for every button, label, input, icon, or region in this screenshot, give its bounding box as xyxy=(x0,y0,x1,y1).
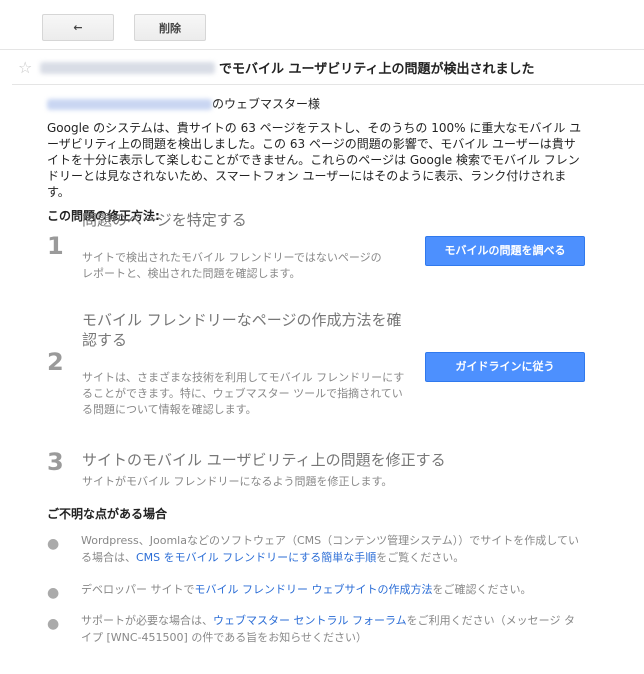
bullet-icon: ● xyxy=(47,616,60,632)
help-text: デベロッパー サイトで xyxy=(81,583,195,596)
help-text: をご覧ください。 xyxy=(376,551,465,564)
greeting-text: のウェブマスター様 xyxy=(212,97,321,111)
message-toolbar: ← 削除 xyxy=(42,14,206,41)
step-description: サイトで検出されたモバイル フレンドリーではないページのレポートと、検出された問… xyxy=(82,251,382,280)
mobile-friendly-guide-link[interactable]: モバイル フレンドリー ウェブサイトの作成方法 xyxy=(195,583,433,596)
redacted-site-url xyxy=(40,61,215,74)
help-text: サポートが必要な場合は、 xyxy=(81,614,213,627)
greeting: のウェブマスター様 xyxy=(47,96,587,112)
step-description: サイトは、さまざまな技術を利用してモバイル フレンドリーにすることができます。特… xyxy=(82,371,405,416)
step-number: 3 xyxy=(47,448,64,476)
help-item-text: Wordpress、Joomlaなどのソフトウェア（CMS（コンテンツ管理システ… xyxy=(81,532,581,566)
redacted-site-link[interactable] xyxy=(47,99,212,110)
bullet-icon: ● xyxy=(47,536,60,552)
back-button[interactable]: ← xyxy=(42,14,114,41)
webmaster-forum-link[interactable]: ウェブマスター セントラル フォーラム xyxy=(213,614,407,627)
divider xyxy=(12,84,644,85)
step-title: モバイル フレンドリーなページの作成方法を確認する xyxy=(82,311,402,349)
step-number: 2 xyxy=(47,348,64,376)
help-item-text: デベロッパー サイトでモバイル フレンドリー ウェブサイトの作成方法をご確認くだ… xyxy=(81,581,581,598)
delete-button[interactable]: 削除 xyxy=(134,14,206,41)
message-body: のウェブマスター様 Google のシステムは、貴サイトの 63 ページをテスト… xyxy=(47,96,587,644)
message-subject: でモバイル ユーザビリティ上の問題が検出されました xyxy=(219,62,535,77)
help-text: をご確認ください。 xyxy=(432,583,532,596)
step-title: サイトのモバイル ユーザビリティ上の問題を修正する xyxy=(82,451,446,469)
star-icon[interactable]: ☆ xyxy=(18,58,40,77)
help-section-title: ご不明な点がある場合 xyxy=(47,507,168,521)
step-description: サイトがモバイル フレンドリーになるよう問題を修正します。 xyxy=(82,475,393,488)
help-item-text: サポートが必要な場合は、ウェブマスター セントラル フォーラムをご利用ください（… xyxy=(81,612,581,646)
intro-paragraph: Google のシステムは、貴サイトの 63 ページをテストし、そのうちの 10… xyxy=(47,121,582,199)
divider xyxy=(0,49,644,50)
step-title: 問題のページを特定する xyxy=(82,211,247,229)
step-number: 1 xyxy=(47,232,64,260)
follow-guidelines-button[interactable]: ガイドラインに従う xyxy=(425,352,585,382)
message-subject-row: ☆ でモバイル ユーザビリティ上の問題が検出されました xyxy=(18,58,644,77)
check-mobile-issues-button[interactable]: モバイルの問題を調べる xyxy=(425,236,585,266)
cms-guide-link[interactable]: CMS をモバイル フレンドリーにする簡単な手順 xyxy=(136,551,376,564)
back-arrow-icon: ← xyxy=(73,21,83,34)
bullet-icon: ● xyxy=(47,585,60,601)
